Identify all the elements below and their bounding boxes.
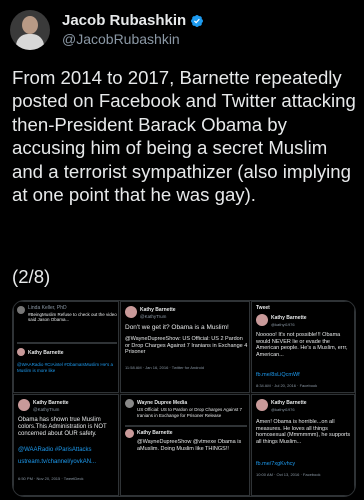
- tile4-handle: @KathyTrum: [33, 407, 60, 412]
- tweet-header: Jacob Rubashkin @JacobRubashkin: [10, 10, 354, 50]
- tile6-handle: @kathyt1976: [271, 407, 295, 412]
- author-name[interactable]: Jacob Rubashkin: [62, 12, 186, 29]
- tile4-tags: @WAARadio #ParisAttacks: [18, 447, 92, 453]
- tile1-line2: #BeingMuslim Refuse to check out the vid…: [28, 312, 117, 322]
- thread-counter: (2/8): [12, 266, 51, 287]
- tile2-text: Don't we get it? Obama is a Muslim!: [125, 324, 229, 331]
- author-name-row: Jacob Rubashkin: [62, 12, 204, 29]
- tile5-author: Wayne Dupree Media: [137, 400, 188, 406]
- tile3-handle: @kathyt1976: [271, 322, 295, 327]
- avatar-face: [22, 16, 38, 34]
- screenshot-tile-1: Linda Keller, PhD #BeingMuslim Refuse to…: [13, 301, 119, 393]
- tile6-text: Amen! Obama is horrible...on all measure…: [256, 419, 351, 445]
- tile2-avatar: [125, 306, 137, 318]
- tile5-avatar: [125, 399, 134, 408]
- verified-badge-icon: [190, 14, 204, 28]
- tile4-time: 6:50 PM · Nov 20, 2015 · TweetDeck: [18, 476, 84, 481]
- tile6-time: 10:00 AM · Oct 13, 2016 · Facebook: [256, 472, 321, 477]
- tweet-text: From 2014 to 2017, Barnette repeatedly p…: [12, 67, 356, 206]
- tile2-quote: @WayneDupreeShow: US Official: US 2 Pard…: [125, 336, 248, 355]
- tweet-media-collage[interactable]: Linda Keller, PhD #BeingMuslim Refuse to…: [12, 300, 356, 497]
- tile5-text: @WayneDupreeShow @vtmexe Obama is aMusli…: [137, 439, 242, 452]
- tile1-divider: [17, 342, 117, 344]
- screenshot-tile-4: Kathy Barnette @KathyTrum Obama has show…: [13, 394, 119, 496]
- tile1-author-avatar: [17, 348, 25, 356]
- tile3-avatar: [256, 314, 268, 326]
- tile5-quote: US Official: US to Pardon or Drop Charge…: [137, 407, 242, 418]
- author-avatar[interactable]: [10, 10, 50, 50]
- tile1-author: Kathy Barnette: [28, 350, 64, 356]
- tile2-time: 11:58 AM · Jan 16, 2016 · Twitter for An…: [125, 365, 205, 370]
- tile5-author2-avatar: [125, 429, 134, 438]
- tile5-author2: Kathy Barnette: [137, 430, 173, 436]
- tile4-text: Obama has shown true Muslim colors.This …: [18, 417, 107, 437]
- screenshot-tile-2: Kathy Barnette @KathyTrum Don't we get i…: [120, 301, 250, 393]
- screenshot-tile-3: Tweet Kathy Barnette @kathyt1976 Nooooo!…: [251, 301, 355, 393]
- screenshot-tile-6: Kathy Barnette @kathyt1976 Amen! Obama i…: [251, 394, 355, 496]
- tile2-handle: @KathyTrum: [140, 314, 167, 319]
- tile1-line1: Linda Keller, PhD: [28, 305, 67, 311]
- tile1-tag: @WAARadio #CIAintel #ObamaIsMuslim He's …: [17, 362, 114, 373]
- tile1-avatar: [17, 306, 25, 314]
- tile3-link: fb.me/8sLiQcmWf: [256, 372, 300, 378]
- tile6-avatar: [256, 399, 268, 411]
- tile6-link: fb.me/7xgKvhcy: [256, 461, 296, 467]
- author-handle[interactable]: @JacobRubashkin: [62, 31, 180, 47]
- avatar-body: [16, 34, 44, 50]
- tile3-text: Nooooo! It's not possible!!! Obama would…: [256, 332, 348, 358]
- tile4-avatar: [18, 399, 30, 411]
- tile3-time: 8:34 AM · Jul 20, 2016 · Facebook: [256, 383, 318, 388]
- tile3-header: Tweet: [256, 305, 270, 311]
- screenshot-tile-5: Wayne Dupree Media US Official: US to Pa…: [120, 394, 250, 496]
- tile4-link: ustream.tv/channel/yovkAN...: [18, 459, 97, 465]
- tile5-divider: [125, 425, 247, 427]
